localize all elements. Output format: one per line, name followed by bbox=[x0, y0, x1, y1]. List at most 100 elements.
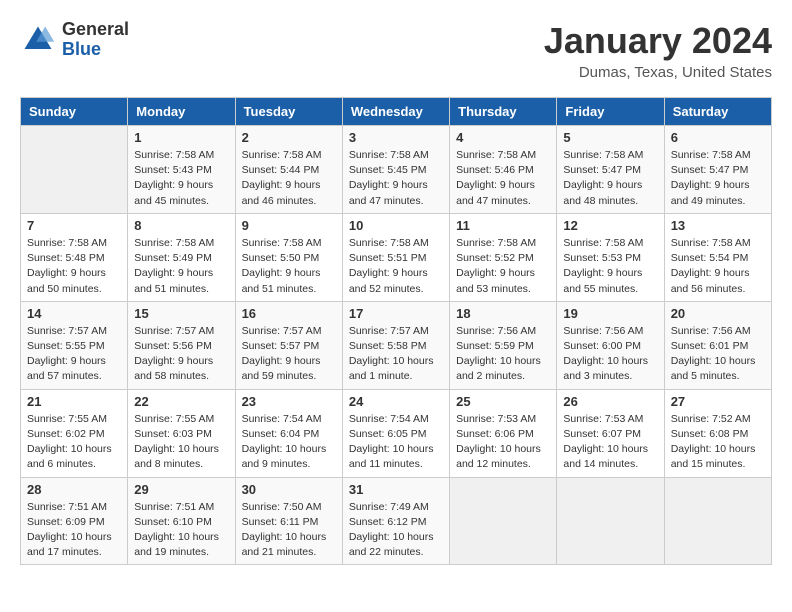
weekday-header: Thursday bbox=[450, 98, 557, 126]
calendar-week-row: 28Sunrise: 7:51 AMSunset: 6:09 PMDayligh… bbox=[21, 477, 772, 565]
calendar-body: 1 Sunrise: 7:58 AMSunset: 5:43 PMDaylight… bbox=[21, 126, 772, 565]
calendar-cell: 6 Sunrise: 7:58 AMSunset: 5:47 PMDaylight… bbox=[664, 126, 771, 214]
day-number: 30 bbox=[242, 482, 336, 497]
calendar-cell: 7 Sunrise: 7:58 AMSunset: 5:48 PMDaylight… bbox=[21, 213, 128, 301]
day-number: 18 bbox=[456, 306, 550, 321]
calendar-cell: 26 Sunrise: 7:53 AMSunset: 6:07 PMDayligh… bbox=[557, 389, 664, 477]
calendar-week-row: 7 Sunrise: 7:58 AMSunset: 5:48 PMDaylight… bbox=[21, 213, 772, 301]
calendar-cell: 18 Sunrise: 7:56 AMSunset: 5:59 PMDayligh… bbox=[450, 301, 557, 389]
day-info: Sunrise: 7:51 AMSunset: 6:09 PMDaylight:… bbox=[27, 500, 121, 561]
weekday-header: Saturday bbox=[664, 98, 771, 126]
title-block: January 2024 Dumas, Texas, United States bbox=[544, 20, 772, 81]
day-info: Sunrise: 7:58 AMSunset: 5:46 PMDaylight:… bbox=[456, 148, 550, 209]
day-info: Sunrise: 7:58 AMSunset: 5:49 PMDaylight:… bbox=[134, 236, 228, 297]
day-info: Sunrise: 7:55 AMSunset: 6:02 PMDaylight:… bbox=[27, 412, 121, 473]
calendar-cell: 9 Sunrise: 7:58 AMSunset: 5:50 PMDaylight… bbox=[235, 213, 342, 301]
calendar-subtitle: Dumas, Texas, United States bbox=[544, 64, 772, 81]
calendar-cell: 17 Sunrise: 7:57 AMSunset: 5:58 PMDayligh… bbox=[342, 301, 449, 389]
calendar-table: SundayMondayTuesdayWednesdayThursdayFrid… bbox=[20, 97, 772, 565]
day-number: 1 bbox=[134, 130, 228, 145]
day-info: Sunrise: 7:57 AMSunset: 5:55 PMDaylight:… bbox=[27, 324, 121, 385]
calendar-cell: 30 Sunrise: 7:50 AMSunset: 6:11 PMDayligh… bbox=[235, 477, 342, 565]
day-info: Sunrise: 7:53 AMSunset: 6:07 PMDaylight:… bbox=[563, 412, 657, 473]
day-number: 31 bbox=[349, 482, 443, 497]
day-number: 3 bbox=[349, 130, 443, 145]
day-info: Sunrise: 7:58 AMSunset: 5:47 PMDaylight:… bbox=[671, 148, 765, 209]
day-info: Sunrise: 7:58 AMSunset: 5:47 PMDaylight:… bbox=[563, 148, 657, 209]
calendar-cell: 20 Sunrise: 7:56 AMSunset: 6:01 PMDayligh… bbox=[664, 301, 771, 389]
calendar-title: January 2024 bbox=[544, 20, 772, 62]
day-info: Sunrise: 7:58 AMSunset: 5:43 PMDaylight:… bbox=[134, 148, 228, 209]
day-number: 5 bbox=[563, 130, 657, 145]
day-number: 17 bbox=[349, 306, 443, 321]
calendar-week-row: 1 Sunrise: 7:58 AMSunset: 5:43 PMDaylight… bbox=[21, 126, 772, 214]
calendar-cell: 31 Sunrise: 7:49 AMSunset: 6:12 PMDayligh… bbox=[342, 477, 449, 565]
day-info: Sunrise: 7:54 AMSunset: 6:04 PMDaylight:… bbox=[242, 412, 336, 473]
calendar-cell: 24Sunrise: 7:54 AMSunset: 6:05 PMDayligh… bbox=[342, 389, 449, 477]
day-info: Sunrise: 7:50 AMSunset: 6:11 PMDaylight:… bbox=[242, 500, 336, 561]
day-number: 10 bbox=[349, 218, 443, 233]
calendar-cell: 22 Sunrise: 7:55 AMSunset: 6:03 PMDayligh… bbox=[128, 389, 235, 477]
day-info: Sunrise: 7:52 AMSunset: 6:08 PMDaylight:… bbox=[671, 412, 765, 473]
day-info: Sunrise: 7:57 AMSunset: 5:57 PMDaylight:… bbox=[242, 324, 336, 385]
calendar-cell: 10 Sunrise: 7:58 AMSunset: 5:51 PMDayligh… bbox=[342, 213, 449, 301]
calendar-cell: 13Sunrise: 7:58 AMSunset: 5:54 PMDayligh… bbox=[664, 213, 771, 301]
day-info: Sunrise: 7:58 AMSunset: 5:51 PMDaylight:… bbox=[349, 236, 443, 297]
logo-icon bbox=[20, 22, 56, 58]
day-info: Sunrise: 7:58 AMSunset: 5:52 PMDaylight:… bbox=[456, 236, 550, 297]
calendar-cell: 27 Sunrise: 7:52 AMSunset: 6:08 PMDayligh… bbox=[664, 389, 771, 477]
day-info: Sunrise: 7:56 AMSunset: 6:01 PMDaylight:… bbox=[671, 324, 765, 385]
calendar-cell: 19Sunrise: 7:56 AMSunset: 6:00 PMDayligh… bbox=[557, 301, 664, 389]
calendar-cell: 29Sunrise: 7:51 AMSunset: 6:10 PMDayligh… bbox=[128, 477, 235, 565]
calendar-header: SundayMondayTuesdayWednesdayThursdayFrid… bbox=[21, 98, 772, 126]
day-number: 7 bbox=[27, 218, 121, 233]
logo-general-text: General bbox=[62, 20, 129, 40]
day-number: 25 bbox=[456, 394, 550, 409]
calendar-cell: 28Sunrise: 7:51 AMSunset: 6:09 PMDayligh… bbox=[21, 477, 128, 565]
day-number: 9 bbox=[242, 218, 336, 233]
day-info: Sunrise: 7:49 AMSunset: 6:12 PMDaylight:… bbox=[349, 500, 443, 561]
calendar-cell: 8 Sunrise: 7:58 AMSunset: 5:49 PMDaylight… bbox=[128, 213, 235, 301]
day-number: 11 bbox=[456, 218, 550, 233]
day-number: 29 bbox=[134, 482, 228, 497]
calendar-cell: 11 Sunrise: 7:58 AMSunset: 5:52 PMDayligh… bbox=[450, 213, 557, 301]
page-header: General Blue January 2024 Dumas, Texas, … bbox=[20, 20, 772, 81]
day-info: Sunrise: 7:58 AMSunset: 5:53 PMDaylight:… bbox=[563, 236, 657, 297]
header-row: SundayMondayTuesdayWednesdayThursdayFrid… bbox=[21, 98, 772, 126]
day-info: Sunrise: 7:58 AMSunset: 5:50 PMDaylight:… bbox=[242, 236, 336, 297]
weekday-header: Friday bbox=[557, 98, 664, 126]
weekday-header: Monday bbox=[128, 98, 235, 126]
day-number: 6 bbox=[671, 130, 765, 145]
day-number: 19 bbox=[563, 306, 657, 321]
day-info: Sunrise: 7:54 AMSunset: 6:05 PMDaylight:… bbox=[349, 412, 443, 473]
logo: General Blue bbox=[20, 20, 129, 60]
day-number: 15 bbox=[134, 306, 228, 321]
calendar-cell bbox=[664, 477, 771, 565]
day-number: 4 bbox=[456, 130, 550, 145]
day-number: 12 bbox=[563, 218, 657, 233]
day-number: 26 bbox=[563, 394, 657, 409]
day-number: 22 bbox=[134, 394, 228, 409]
calendar-cell: 16 Sunrise: 7:57 AMSunset: 5:57 PMDayligh… bbox=[235, 301, 342, 389]
calendar-cell: 25Sunrise: 7:53 AMSunset: 6:06 PMDayligh… bbox=[450, 389, 557, 477]
day-number: 27 bbox=[671, 394, 765, 409]
day-number: 8 bbox=[134, 218, 228, 233]
calendar-week-row: 14Sunrise: 7:57 AMSunset: 5:55 PMDayligh… bbox=[21, 301, 772, 389]
weekday-header: Tuesday bbox=[235, 98, 342, 126]
calendar-cell bbox=[21, 126, 128, 214]
day-number: 16 bbox=[242, 306, 336, 321]
day-info: Sunrise: 7:56 AMSunset: 5:59 PMDaylight:… bbox=[456, 324, 550, 385]
logo-blue-text: Blue bbox=[62, 40, 129, 60]
day-info: Sunrise: 7:55 AMSunset: 6:03 PMDaylight:… bbox=[134, 412, 228, 473]
day-info: Sunrise: 7:58 AMSunset: 5:45 PMDaylight:… bbox=[349, 148, 443, 209]
calendar-cell: 5 Sunrise: 7:58 AMSunset: 5:47 PMDaylight… bbox=[557, 126, 664, 214]
calendar-cell: 12 Sunrise: 7:58 AMSunset: 5:53 PMDayligh… bbox=[557, 213, 664, 301]
day-info: Sunrise: 7:58 AMSunset: 5:48 PMDaylight:… bbox=[27, 236, 121, 297]
day-number: 21 bbox=[27, 394, 121, 409]
calendar-cell bbox=[450, 477, 557, 565]
day-number: 20 bbox=[671, 306, 765, 321]
day-info: Sunrise: 7:58 AMSunset: 5:44 PMDaylight:… bbox=[242, 148, 336, 209]
calendar-cell: 4 Sunrise: 7:58 AMSunset: 5:46 PMDaylight… bbox=[450, 126, 557, 214]
calendar-cell: 1 Sunrise: 7:58 AMSunset: 5:43 PMDaylight… bbox=[128, 126, 235, 214]
day-info: Sunrise: 7:57 AMSunset: 5:58 PMDaylight:… bbox=[349, 324, 443, 385]
